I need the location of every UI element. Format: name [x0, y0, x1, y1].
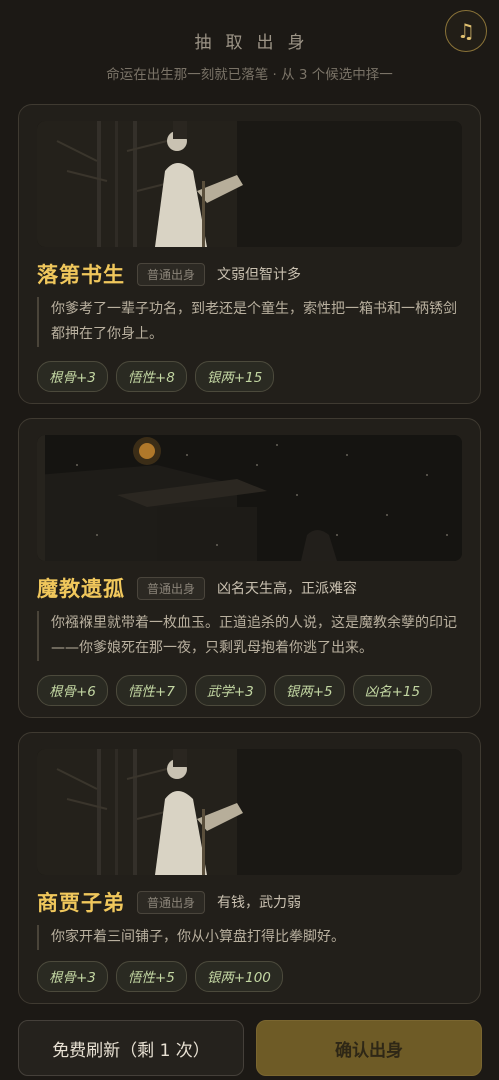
- music-toggle-button[interactable]: ♫: [445, 10, 487, 52]
- stat-badge: 悟性+8: [115, 361, 187, 392]
- stat-badge: 银两+100: [194, 961, 283, 992]
- stat-badge: 银两+5: [273, 675, 345, 706]
- stat-badge: 根骨+6: [37, 675, 108, 706]
- stat-badge: 悟性+7: [115, 675, 187, 706]
- origin-card[interactable]: 商贾子弟 普通出身 有钱，武力弱 你家开着三间铺子，你从小算盘打得比拳脚好。 根…: [18, 732, 481, 1004]
- origin-tag: 普通出身: [137, 262, 206, 286]
- page-subtitle: 命运在出生那一刻就已落笔 · 从 3 个候选中择一: [106, 67, 393, 83]
- stat-list: 根骨+3 悟性+5 银两+100: [37, 961, 283, 992]
- scholar-illustration: [37, 749, 462, 875]
- snowy-night-illustration: [37, 435, 462, 561]
- stat-list: 根骨+6 悟性+7 武学+3 银两+5 凶名+15: [37, 675, 433, 706]
- origin-trait: 凶名天生高，正派难容: [217, 581, 358, 597]
- origin-tag: 普通出身: [137, 576, 206, 600]
- stat-badge: 根骨+3: [37, 361, 108, 392]
- origin-card[interactable]: 落第书生 普通出身 文弱但智计多 你爹考了一辈子功名，到老还是个童生，索性把一箱…: [18, 104, 481, 404]
- stat-badge: 银两+15: [194, 361, 275, 392]
- origin-description: 你襁褓里就带着一枚血玉。正道追杀的人说，这是魔教余孽的印记——你爹娘死在那一夜，…: [37, 611, 462, 661]
- header: 抽取出身 命运在出生那一刻就已落笔 · 从 3 个候选中择一 ♫: [0, 0, 499, 100]
- origin-name: 商贾子弟: [37, 891, 125, 915]
- refresh-button[interactable]: 免费刷新（剩 1 次）: [18, 1020, 244, 1076]
- scholar-illustration: [37, 121, 462, 247]
- origin-name: 落第书生: [37, 263, 125, 287]
- origin-description: 你家开着三间铺子，你从小算盘打得比拳脚好。: [37, 925, 462, 950]
- origin-card[interactable]: 魔教遗孤 普通出身 凶名天生高，正派难容 你襁褓里就带着一枚血玉。正道追杀的人说…: [18, 418, 481, 718]
- stat-badge: 凶名+15: [352, 675, 433, 706]
- origin-name: 魔教遗孤: [37, 577, 125, 601]
- origin-tag: 普通出身: [137, 890, 206, 914]
- stat-badge: 根骨+3: [37, 961, 108, 992]
- stat-badge: 武学+3: [194, 675, 266, 706]
- confirm-button[interactable]: 确认出身: [256, 1020, 482, 1076]
- stat-list: 根骨+3 悟性+8 银两+15: [37, 361, 275, 392]
- page-title: 抽取出身: [194, 33, 319, 53]
- origin-description: 你爹考了一辈子功名，到老还是个童生，索性把一箱书和一柄锈剑都押在了你身上。: [37, 297, 462, 347]
- stat-badge: 悟性+5: [115, 961, 187, 992]
- music-note-icon: ♫: [457, 19, 475, 43]
- origin-trait: 文弱但智计多: [217, 267, 302, 283]
- origin-trait: 有钱，武力弱: [217, 895, 302, 911]
